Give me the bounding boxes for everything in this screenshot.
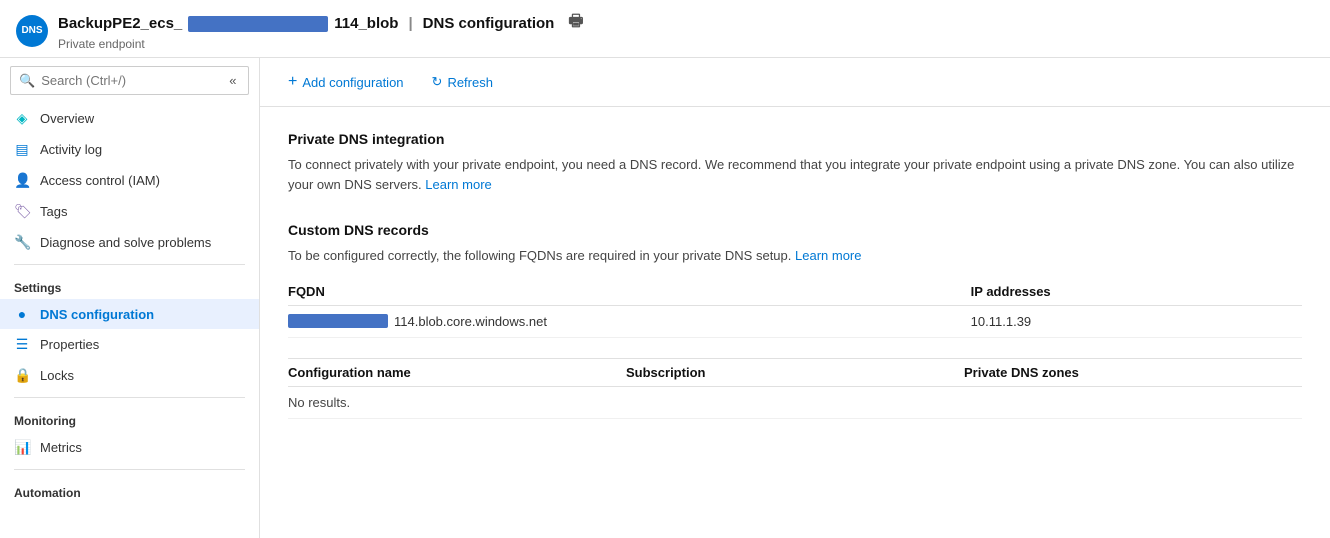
resource-subtitle: Private endpoint bbox=[58, 37, 583, 51]
resource-avatar: DNS bbox=[16, 15, 48, 47]
header-title-block: BackupPE2_ecs_ 114_blob | DNS configurati… bbox=[58, 10, 583, 51]
dns-config-title: DNS configuration bbox=[423, 15, 555, 32]
sidebar-item-label: Metrics bbox=[40, 440, 82, 455]
sidebar-item-activity-log[interactable]: ▤ Activity log bbox=[0, 134, 259, 165]
avatar-label: DNS bbox=[21, 25, 42, 36]
automation-divider bbox=[14, 469, 245, 470]
config-table: Configuration name Subscription Private … bbox=[288, 358, 1302, 419]
private-dns-title: Private DNS integration bbox=[288, 131, 1302, 147]
metrics-icon: 📊 bbox=[14, 439, 30, 456]
custom-dns-learn-more[interactable]: Learn more bbox=[795, 248, 861, 263]
activity-log-icon: ▤ bbox=[14, 141, 30, 158]
locks-icon: 🔒 bbox=[14, 367, 30, 384]
custom-dns-title: Custom DNS records bbox=[288, 222, 1302, 238]
sidebar-item-label: Access control (IAM) bbox=[40, 173, 160, 188]
sidebar-item-properties[interactable]: ☰ Properties bbox=[0, 329, 259, 360]
fqdn-cell: 114.blob.core.windows.net bbox=[288, 314, 951, 329]
sidebar-item-locks[interactable]: 🔒 Locks bbox=[0, 360, 259, 391]
monitoring-divider bbox=[14, 397, 245, 398]
add-configuration-label: Add configuration bbox=[302, 75, 403, 90]
sidebar-item-label: Properties bbox=[40, 337, 99, 352]
content-body: Private DNS integration To connect priva… bbox=[260, 107, 1330, 538]
sidebar-item-label: Overview bbox=[40, 111, 94, 126]
private-dns-learn-more[interactable]: Learn more bbox=[425, 177, 491, 192]
title-suffix: 114_blob bbox=[334, 15, 398, 32]
custom-dns-section: Custom DNS records To be configured corr… bbox=[288, 222, 1302, 419]
collapse-button[interactable]: « bbox=[223, 71, 242, 90]
add-configuration-button[interactable]: + Add configuration bbox=[276, 68, 416, 96]
sidebar-item-label: Locks bbox=[40, 368, 74, 383]
sidebar-item-tags[interactable]: 🏷 Tags bbox=[0, 196, 259, 227]
main-layout: 🔍 « ◈ Overview ▤ Activity log 👤 Access c… bbox=[0, 58, 1330, 538]
search-box[interactable]: 🔍 « bbox=[10, 66, 249, 95]
config-no-results: No results. bbox=[288, 387, 1302, 419]
private-dns-description: To connect privately with your private e… bbox=[288, 155, 1302, 194]
col-header-subscription: Subscription bbox=[626, 365, 964, 380]
fqdn-redacted bbox=[288, 314, 388, 328]
sidebar-item-label: DNS configuration bbox=[40, 307, 154, 322]
col-header-fqdn: FQDN bbox=[288, 284, 951, 299]
sidebar-item-label: Diagnose and solve problems bbox=[40, 235, 211, 250]
fqdn-table-header: FQDN IP addresses bbox=[288, 278, 1302, 306]
access-control-icon: 👤 bbox=[14, 172, 30, 189]
refresh-icon: ↻ bbox=[432, 74, 443, 90]
sidebar-item-access-control[interactable]: 👤 Access control (IAM) bbox=[0, 165, 259, 196]
sidebar-item-overview[interactable]: ◈ Overview bbox=[0, 103, 259, 134]
sidebar-item-metrics[interactable]: 📊 Metrics bbox=[0, 432, 259, 463]
search-icon: 🔍 bbox=[19, 73, 35, 89]
search-input[interactable] bbox=[41, 73, 217, 88]
private-dns-section: Private DNS integration To connect priva… bbox=[288, 131, 1302, 194]
print-icon[interactable]: 🖶 bbox=[568, 10, 583, 37]
overview-icon: ◈ bbox=[14, 110, 30, 127]
fqdn-table: FQDN IP addresses 114.blob.core.windows.… bbox=[288, 278, 1302, 338]
title-separator: | bbox=[408, 15, 412, 32]
add-icon: + bbox=[288, 73, 297, 91]
settings-divider bbox=[14, 264, 245, 265]
fqdn-suffix: 114.blob.core.windows.net bbox=[394, 314, 547, 329]
page-title-row: BackupPE2_ecs_ 114_blob | DNS configurati… bbox=[58, 10, 583, 37]
dns-config-icon: ● bbox=[14, 306, 30, 322]
tags-icon: 🏷 bbox=[14, 203, 30, 220]
toolbar: + Add configuration ↻ Refresh bbox=[260, 58, 1330, 107]
settings-section-label: Settings bbox=[0, 271, 259, 299]
sidebar-item-dns-configuration[interactable]: ● DNS configuration bbox=[0, 299, 259, 329]
main-content: + Add configuration ↻ Refresh Private DN… bbox=[260, 58, 1330, 538]
sidebar-item-diagnose[interactable]: 🔧 Diagnose and solve problems bbox=[0, 227, 259, 258]
refresh-button[interactable]: ↻ Refresh bbox=[420, 69, 505, 95]
col-header-config-name: Configuration name bbox=[288, 365, 626, 380]
col-header-ip: IP addresses bbox=[951, 284, 1302, 299]
automation-section-label: Automation bbox=[0, 476, 259, 504]
ip-cell: 10.11.1.39 bbox=[951, 314, 1302, 329]
refresh-label: Refresh bbox=[447, 75, 493, 90]
custom-dns-description: To be configured correctly, the followin… bbox=[288, 246, 1302, 266]
config-table-header: Configuration name Subscription Private … bbox=[288, 358, 1302, 387]
diagnose-icon: 🔧 bbox=[14, 234, 30, 251]
sidebar: 🔍 « ◈ Overview ▤ Activity log 👤 Access c… bbox=[0, 58, 260, 538]
table-row: 114.blob.core.windows.net 10.11.1.39 bbox=[288, 306, 1302, 338]
sidebar-item-label: Tags bbox=[40, 204, 67, 219]
col-header-dns-zones: Private DNS zones bbox=[964, 365, 1302, 380]
sidebar-item-label: Activity log bbox=[40, 142, 102, 157]
title-prefix: BackupPE2_ecs_ bbox=[58, 15, 182, 32]
properties-icon: ☰ bbox=[14, 336, 30, 353]
title-redacted bbox=[188, 16, 328, 32]
page-header: DNS BackupPE2_ecs_ 114_blob | DNS configu… bbox=[0, 0, 1330, 58]
monitoring-section-label: Monitoring bbox=[0, 404, 259, 432]
